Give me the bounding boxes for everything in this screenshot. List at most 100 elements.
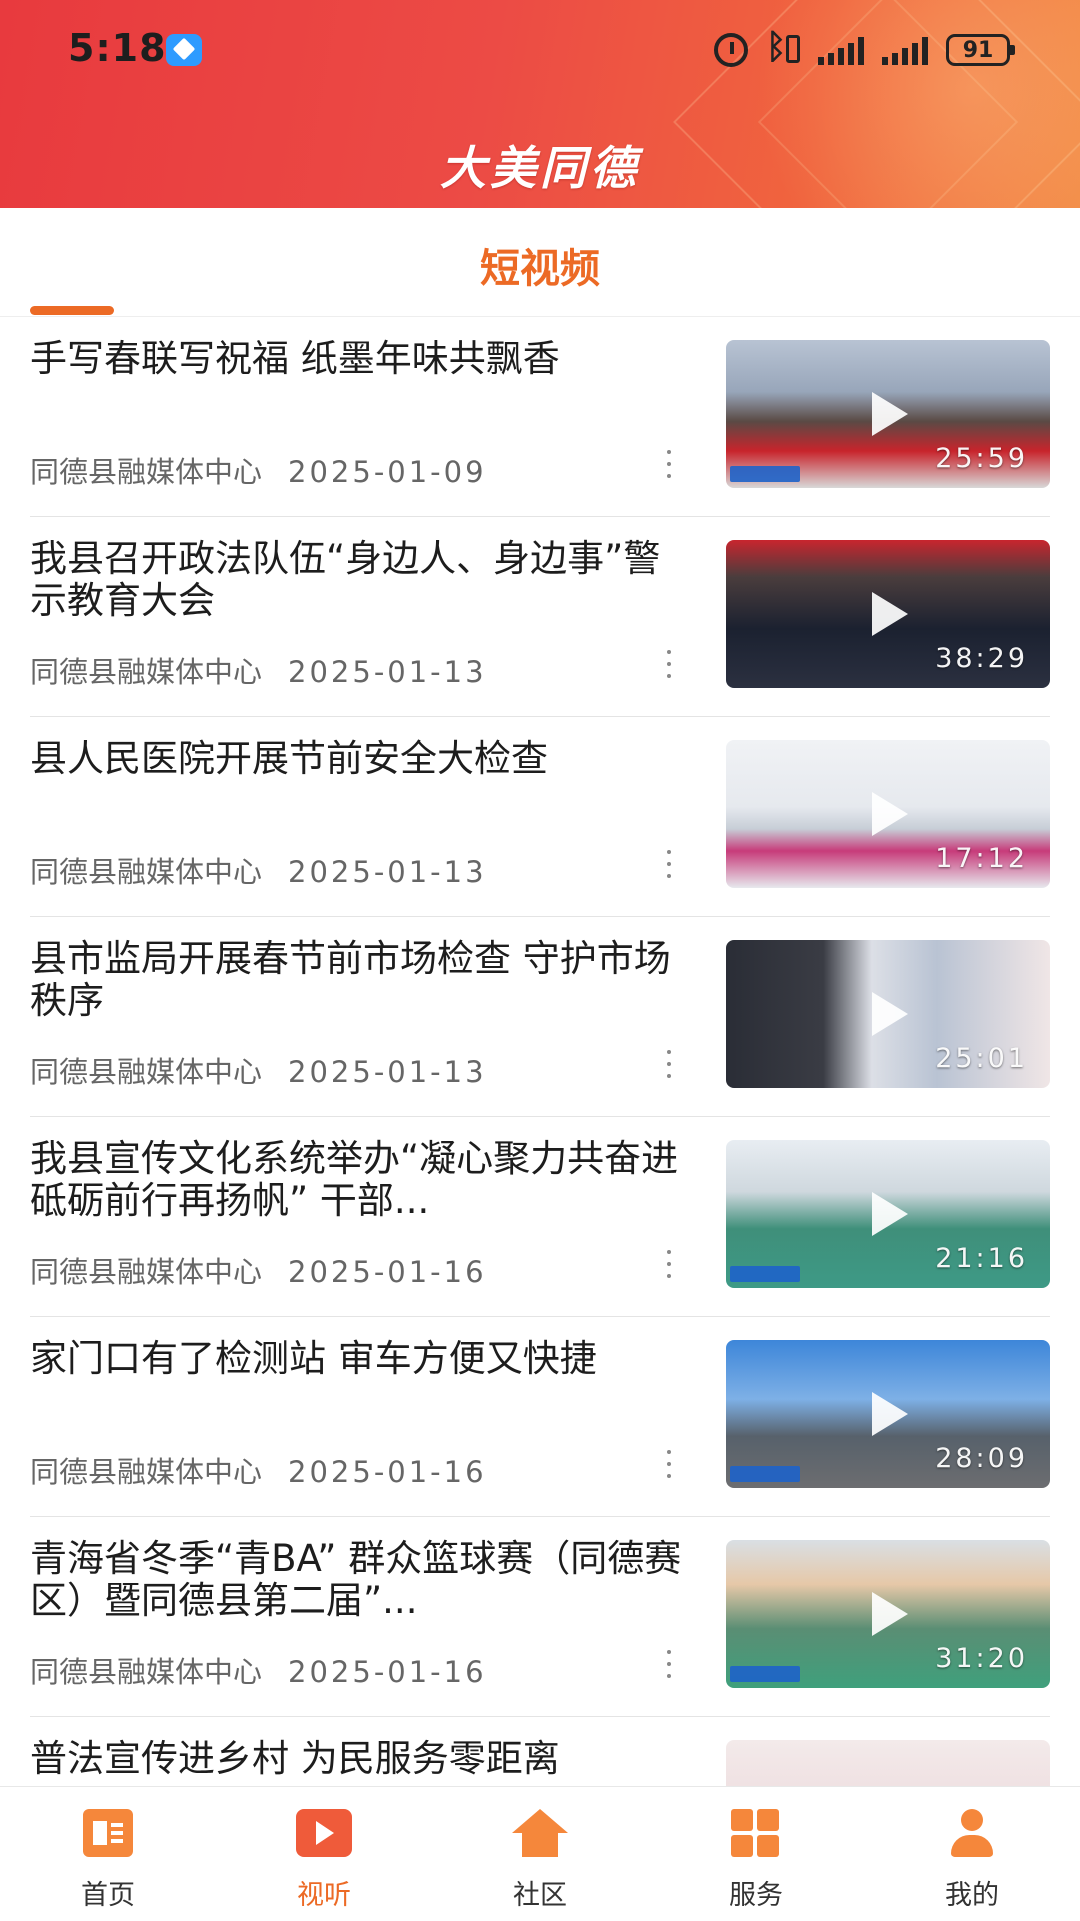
bluetooth-icon (766, 27, 800, 69)
play-icon[interactable] (872, 392, 908, 436)
news-date: 2025-01-16 (288, 1255, 487, 1289)
news-source: 同德县融媒体中心 (30, 1455, 263, 1489)
video-thumbnail[interactable]: 21:16 (726, 1140, 1050, 1288)
app-header: 5:18 91 大美同德 (0, 0, 1080, 208)
nav-profile[interactable]: 我的 (864, 1787, 1080, 1921)
news-title[interactable]: 我县宣传文化系统举办“凝心聚力共奋进 砥砺前行再扬帆” 干部... (30, 1138, 690, 1222)
signal-icon (818, 35, 864, 65)
more-options-icon[interactable] (666, 650, 672, 684)
news-meta: 同德县融媒体中心 2025-01-13 (30, 1049, 630, 1091)
news-date: 2025-01-09 (288, 455, 487, 489)
news-date: 2025-01-13 (288, 1055, 487, 1089)
service-grid-icon[interactable] (731, 1809, 781, 1857)
news-source: 同德县融媒体中心 (30, 655, 263, 689)
tv-logo-icon (730, 1466, 800, 1482)
news-meta: 同德县融媒体中心 2025-01-13 (30, 649, 630, 691)
nav-label[interactable]: 视听 (216, 1873, 432, 1912)
tab-indicator (30, 306, 114, 315)
list-item[interactable]: 县人民医院开展节前安全大检查 同德县融媒体中心 2025-01-13 17:12 (30, 716, 1050, 917)
list-item[interactable]: 普法宣传进乡村 为民服务零距离 (30, 1716, 1050, 1786)
news-source: 同德县融媒体中心 (30, 455, 263, 489)
profile-icon[interactable] (947, 1809, 997, 1857)
news-title[interactable]: 普法宣传进乡村 为民服务零距离 (30, 1738, 690, 1780)
video-thumbnail[interactable]: 17:12 (726, 740, 1050, 888)
news-date: 2025-01-13 (288, 655, 487, 689)
video-thumbnail[interactable]: 38:29 (726, 540, 1050, 688)
nav-service[interactable]: 服务 (648, 1787, 864, 1921)
video-duration: 31:20 (935, 1643, 1028, 1674)
video-duration: 25:59 (935, 443, 1028, 474)
news-title[interactable]: 我县召开政法队伍“身边人、身边事”警示教育大会 (30, 538, 690, 622)
nav-label[interactable]: 我的 (864, 1873, 1080, 1912)
nav-video[interactable]: 视听 (216, 1787, 432, 1921)
video-thumbnail[interactable]: 28:09 (726, 1340, 1050, 1488)
news-title[interactable]: 县市监局开展春节前市场检查 守护市场秩序 (30, 938, 690, 1022)
play-icon[interactable] (872, 1392, 908, 1436)
list-item[interactable]: 手写春联写祝福 纸墨年味共飘香 同德县融媒体中心 2025-01-09 25:59 (30, 316, 1050, 517)
more-options-icon[interactable] (666, 1450, 672, 1484)
news-meta: 同德县融媒体中心 2025-01-09 (30, 449, 630, 491)
news-date: 2025-01-13 (288, 855, 487, 889)
battery-icon: 91 (946, 34, 1015, 66)
news-source: 同德县融媒体中心 (30, 1655, 263, 1689)
news-meta: 同德县融媒体中心 2025-01-16 (30, 1449, 630, 1491)
video-duration: 25:01 (935, 1043, 1028, 1074)
nav-home[interactable]: 首页 (0, 1787, 216, 1921)
news-title[interactable]: 县人民医院开展节前安全大检查 (30, 738, 690, 780)
more-options-icon[interactable] (666, 850, 672, 884)
list-item[interactable]: 我县召开政法队伍“身边人、身边事”警示教育大会 同德县融媒体中心 2025-01-… (30, 516, 1050, 717)
more-options-icon[interactable] (666, 1250, 672, 1284)
list-item[interactable]: 我县宣传文化系统举办“凝心聚力共奋进 砥砺前行再扬帆” 干部... 同德县融媒体… (30, 1116, 1050, 1317)
tv-logo-icon (730, 466, 800, 482)
tv-logo-icon (730, 1266, 800, 1282)
news-title[interactable]: 家门口有了检测站 审车方便又快捷 (30, 1338, 690, 1380)
play-icon[interactable] (872, 592, 908, 636)
list-item[interactable]: 青海省冬季“青BA” 群众篮球赛（同德赛区）暨同德县第二届”... 同德县融媒体… (30, 1516, 1050, 1717)
vibrate-icon (786, 35, 800, 63)
alarm-icon (714, 33, 748, 67)
video-thumbnail[interactable]: 31:20 (726, 1540, 1050, 1688)
video-icon[interactable] (296, 1809, 352, 1857)
video-thumbnail[interactable] (726, 1740, 1050, 1786)
app-notification-icon (166, 34, 202, 66)
play-icon[interactable] (872, 1192, 908, 1236)
news-date: 2025-01-16 (288, 1655, 487, 1689)
news-source: 同德县融媒体中心 (30, 1255, 263, 1289)
more-options-icon[interactable] (666, 1650, 672, 1684)
more-options-icon[interactable] (666, 450, 672, 484)
news-meta: 同德县融媒体中心 2025-01-13 (30, 849, 630, 891)
video-duration: 38:29 (935, 643, 1028, 674)
video-duration: 17:12 (935, 843, 1028, 874)
tab-short-video[interactable]: 短视频 (0, 236, 1080, 294)
news-title[interactable]: 手写春联写祝福 纸墨年味共飘香 (30, 338, 690, 380)
video-thumbnail[interactable]: 25:01 (726, 940, 1050, 1088)
section-tab-bar: 短视频 (0, 208, 1080, 317)
app-title: 大美同德 (440, 141, 640, 195)
news-source: 同德县融媒体中心 (30, 855, 263, 889)
news-date: 2025-01-16 (288, 1455, 487, 1489)
news-meta: 同德县融媒体中心 2025-01-16 (30, 1249, 630, 1291)
nav-label[interactable]: 首页 (0, 1873, 216, 1912)
nav-community[interactable]: 社区 (432, 1787, 648, 1921)
news-source: 同德县融媒体中心 (30, 1055, 263, 1089)
more-options-icon[interactable] (666, 1050, 672, 1084)
play-icon[interactable] (872, 1592, 908, 1636)
nav-label[interactable]: 服务 (648, 1873, 864, 1912)
community-icon[interactable] (512, 1809, 568, 1857)
video-thumbnail[interactable]: 25:59 (726, 340, 1050, 488)
home-icon[interactable] (83, 1809, 133, 1857)
news-meta: 同德县融媒体中心 2025-01-16 (30, 1649, 630, 1691)
status-bar: 5:18 91 (0, 0, 1080, 100)
tv-logo-icon (730, 1666, 800, 1682)
nav-label[interactable]: 社区 (432, 1873, 648, 1912)
bottom-navigation: 首页 视听 社区 服务 我的 (0, 1786, 1080, 1921)
news-title[interactable]: 青海省冬季“青BA” 群众篮球赛（同德赛区）暨同德县第二届”... (30, 1538, 690, 1622)
status-time: 5:18 (68, 26, 167, 70)
battery-level: 91 (962, 37, 994, 63)
news-list[interactable]: 手写春联写祝福 纸墨年味共飘香 同德县融媒体中心 2025-01-09 25:59… (0, 316, 1080, 1786)
video-duration: 21:16 (935, 1243, 1028, 1274)
list-item[interactable]: 县市监局开展春节前市场检查 守护市场秩序 同德县融媒体中心 2025-01-13 … (30, 916, 1050, 1117)
list-item[interactable]: 家门口有了检测站 审车方便又快捷 同德县融媒体中心 2025-01-16 28:0… (30, 1316, 1050, 1517)
play-icon[interactable] (872, 792, 908, 836)
play-icon[interactable] (872, 992, 908, 1036)
